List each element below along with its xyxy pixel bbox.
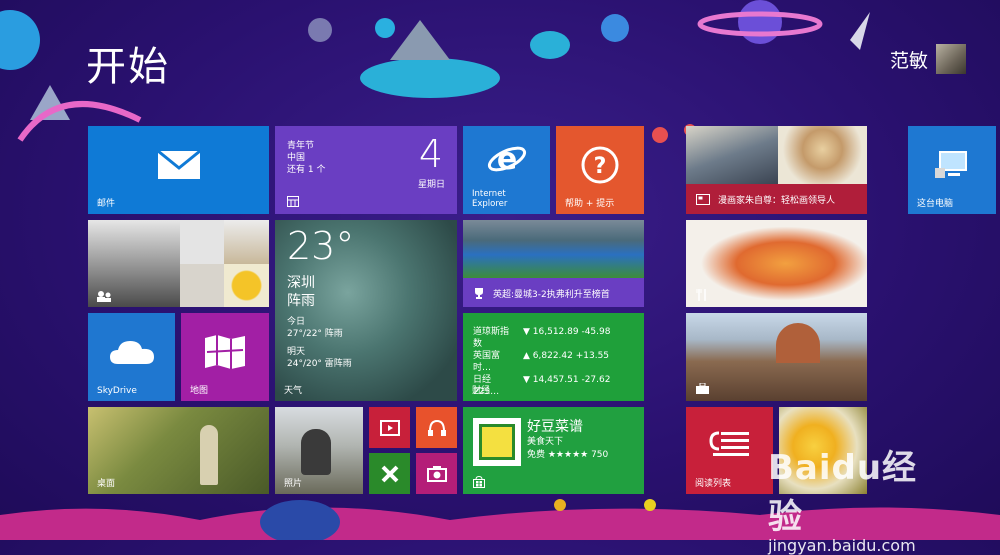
app-rating: 免费 ★★★★★ 750 (527, 450, 609, 460)
suitcase-icon (696, 383, 709, 394)
user-name: 范敏 (889, 49, 928, 72)
camera-icon (426, 465, 447, 482)
store-icon (473, 476, 485, 488)
tile-reading-list[interactable]: 阅读列表 (686, 407, 773, 494)
user-account[interactable]: 范敏 (890, 44, 966, 74)
tile-music[interactable] (416, 407, 457, 448)
tile-weather[interactable]: 23° 深圳 阵雨 今日 27°/22° 阵雨 明天 24°/20° 雷阵雨 天… (275, 220, 457, 401)
computer-icon (935, 150, 967, 178)
finance-index-value: ▼ 16,512.89 -45.98 (523, 327, 611, 337)
tile-label: 照片 (284, 479, 303, 489)
xbox-icon (381, 465, 398, 482)
news-caption-bar: 漫画家朱自尊：轻松画领导人 (686, 184, 867, 214)
weather-today-label: 今日 (287, 317, 306, 327)
finance-index-name: 道琼斯指数 (473, 327, 510, 349)
app-logo (473, 418, 521, 466)
app-name: 好豆菜谱 (527, 419, 583, 435)
help-icon: ? (581, 146, 619, 184)
tile-desktop[interactable]: 桌面 (88, 407, 269, 494)
tile-camera[interactable] (416, 453, 457, 494)
cloud-icon (109, 340, 154, 364)
tile-photos[interactable]: 照片 (275, 407, 363, 494)
weather-tomorrow: 24°/20° 雷阵雨 (287, 359, 352, 369)
tile-label: 桌面 (97, 479, 116, 489)
calendar-event-line: 中国 (287, 153, 306, 163)
photos-person (301, 429, 331, 475)
news-photo (686, 126, 778, 184)
watermark: Baidu经验 jingyan.baidu.com (768, 440, 948, 555)
people-photo (180, 220, 224, 264)
weather-today: 27°/22° 阵雨 (287, 329, 343, 339)
tile-label: 阅读列表 (695, 479, 732, 489)
watermark-url: jingyan.baidu.com (768, 536, 916, 555)
start-title: 开始 (86, 44, 170, 90)
tile-label: 地图 (190, 386, 209, 396)
weather-temperature: 23° (287, 224, 355, 268)
desktop-figure (200, 425, 218, 485)
finance-index-name: 英国富时… (473, 351, 501, 373)
tile-finance[interactable]: 道琼斯指数 ▼ 16,512.89 -45.98 英国富时… ▲ 6,822.42 … (463, 313, 644, 401)
tile-people[interactable] (88, 220, 269, 307)
tile-calendar[interactable]: 青年节 中国 还有 1 个 4 星期日 (275, 126, 457, 214)
internet-explorer-icon: e (487, 142, 526, 177)
people-photo (224, 220, 269, 264)
headphones-icon (427, 419, 446, 436)
video-icon (379, 419, 400, 436)
tile-store-app[interactable]: 好豆菜谱 美食天下 免费 ★★★★★ 750 (463, 407, 644, 494)
calendar-day: 4 (418, 132, 443, 176)
tile-label: 邮件 (97, 199, 116, 209)
tile-video[interactable] (369, 407, 410, 448)
finance-index-value: ▲ 6,822.42 +13.55 (523, 351, 610, 361)
tile-label: Internet (472, 189, 506, 199)
tile-games[interactable] (369, 453, 410, 494)
avatar (936, 44, 966, 74)
tile-label: 帮助 + 提示 (565, 199, 615, 209)
weather-tomorrow-label: 明天 (287, 347, 306, 357)
mail-icon (156, 149, 201, 179)
tile-news[interactable]: 漫画家朱自尊：轻松画领导人 (686, 126, 867, 214)
people-photo (224, 264, 269, 307)
reading-list-icon (708, 431, 749, 457)
tile-skydrive[interactable]: SkyDrive (88, 313, 175, 401)
news-icon (696, 193, 710, 205)
calendar-event-line: 青年节 (287, 141, 315, 151)
news-caption: 漫画家朱自尊：轻松画领导人 (718, 195, 836, 206)
tile-maps[interactable]: 地图 (181, 313, 269, 401)
food-icon (696, 289, 706, 301)
sports-caption-bar: 英超:曼城3-2执弗利升至榜首 (463, 278, 644, 307)
calendar-icon (287, 196, 299, 207)
calendar-event-line: 还有 1 个 (287, 165, 326, 175)
calendar-weekday: 星期日 (417, 180, 445, 190)
travel-dome (776, 323, 820, 363)
tile-label: 天气 (284, 386, 303, 396)
tile-label: SkyDrive (97, 386, 137, 396)
svg-text:e: e (496, 142, 516, 177)
tile-label: 财经 (472, 386, 491, 396)
tile-mail[interactable]: 邮件 (88, 126, 269, 214)
tile-internet-explorer[interactable]: e Internet Explorer (463, 126, 550, 214)
trophy-icon (475, 288, 483, 299)
tile-travel[interactable] (686, 313, 867, 401)
sports-photo (463, 220, 644, 278)
tile-this-pc[interactable]: 这台电脑 (908, 126, 996, 214)
tile-label: 这台电脑 (917, 199, 954, 209)
tile-help-tips[interactable]: ? 帮助 + 提示 (556, 126, 644, 214)
tile-sports[interactable]: 英超:曼城3-2执弗利升至榜首 (463, 220, 644, 307)
people-photo (180, 264, 224, 307)
watermark-brand: Baidu经验 (768, 448, 918, 537)
map-icon (205, 334, 245, 369)
tile-food[interactable] (686, 220, 867, 307)
news-cartoon (778, 126, 867, 184)
app-category: 美食天下 (527, 437, 564, 447)
finance-index-value: ▼ 14,457.51 -27.62 (523, 375, 611, 385)
people-icon (97, 291, 111, 302)
svg-text:?: ? (594, 154, 607, 179)
sports-caption: 英超:曼城3-2执弗利升至榜首 (493, 289, 610, 300)
weather-condition: 阵雨 (287, 293, 315, 309)
weather-city: 深圳 (287, 275, 315, 291)
tile-label: Explorer (472, 199, 508, 209)
